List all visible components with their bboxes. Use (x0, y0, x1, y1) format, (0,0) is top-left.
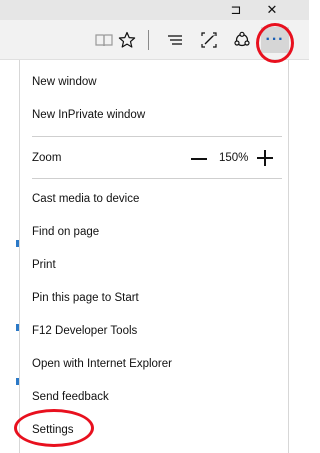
page-content-edge (0, 60, 19, 453)
menu-item-find-on-page[interactable]: Find on page (32, 226, 99, 238)
toolbar-divider (148, 30, 149, 50)
menu-item-f12-developer-tools[interactable]: F12 Developer Tools (32, 325, 137, 337)
menu-item-new-window[interactable]: New window (32, 76, 97, 88)
more-actions-icon: ··· (265, 31, 285, 48)
more-actions-button[interactable]: ··· (261, 27, 289, 53)
zoom-label: Zoom (32, 152, 62, 164)
menu-item-cast-media[interactable]: Cast media to device (32, 193, 139, 205)
menu-item-print[interactable]: Print (32, 259, 56, 271)
zoom-out-button[interactable] (191, 158, 207, 160)
edge-window: ⊐ ✕ ··· New window New InPrivate window … (0, 0, 309, 453)
web-note-icon[interactable] (197, 28, 221, 52)
menu-item-open-with-ie[interactable]: Open with Internet Explorer (32, 358, 172, 370)
menu-item-settings[interactable]: Settings (32, 424, 74, 436)
close-button[interactable]: ✕ (257, 0, 287, 20)
menu-item-pin-to-start[interactable]: Pin this page to Start (32, 292, 139, 304)
share-icon[interactable] (230, 28, 254, 52)
menu-separator (32, 136, 282, 137)
browser-toolbar: ··· (0, 20, 309, 60)
title-bar: ⊐ ✕ (0, 0, 309, 20)
zoom-value: 150% (219, 152, 249, 164)
close-icon: ✕ (266, 2, 278, 17)
hub-icon[interactable] (163, 28, 187, 52)
more-actions-menu: New window New InPrivate window Zoom 150… (19, 60, 289, 453)
menu-item-new-inprivate-window[interactable]: New InPrivate window (32, 109, 145, 121)
menu-item-send-feedback[interactable]: Send feedback (32, 391, 109, 403)
zoom-in-button[interactable] (257, 150, 273, 166)
reading-view-icon[interactable] (92, 28, 116, 52)
restore-icon: ⊐ (230, 2, 242, 17)
menu-separator (32, 178, 282, 179)
restore-button[interactable]: ⊐ (221, 0, 251, 20)
favorite-star-icon[interactable] (115, 28, 139, 52)
